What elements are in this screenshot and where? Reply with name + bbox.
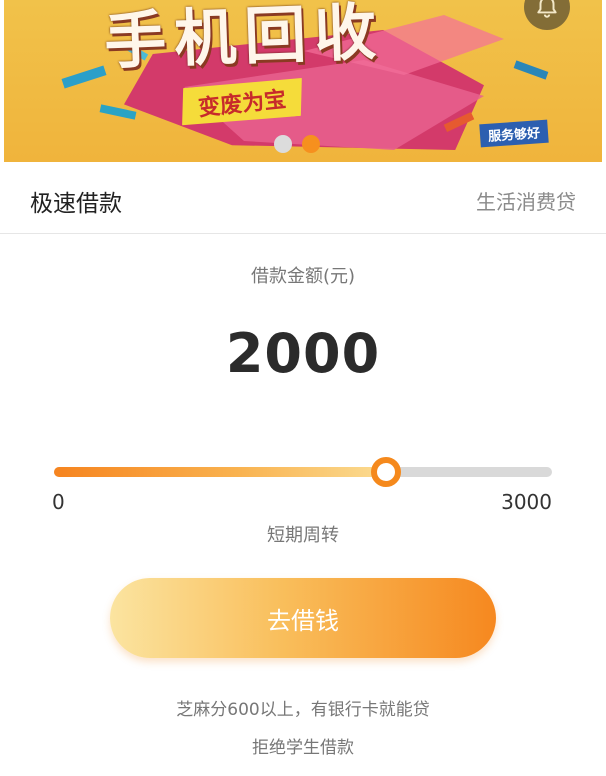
student-restriction-note: 拒绝学生借款: [252, 738, 354, 758]
banner-title: 手机回收: [103, 0, 386, 78]
carousel-indicator: [274, 135, 320, 153]
product-type-label[interactable]: 生活消费贷: [476, 186, 576, 215]
carousel-dot[interactable]: [274, 135, 292, 153]
carousel-dot-active[interactable]: [302, 135, 320, 153]
borrow-button[interactable]: 去借钱: [110, 578, 496, 658]
banner-badge: 服务够好: [479, 119, 549, 148]
slider-handle[interactable]: [371, 457, 401, 487]
banner-shard: [61, 65, 107, 89]
amount-slider[interactable]: [54, 457, 552, 487]
eligibility-note: 芝麻分600以上，有银行卡就能贷: [176, 700, 430, 720]
banner-shard: [513, 60, 549, 80]
amount-value: 2000: [225, 322, 381, 385]
slider-min-label: 0: [52, 490, 65, 514]
slider-max-label: 3000: [501, 490, 552, 514]
period-label: 短期周转: [267, 525, 339, 546]
bell-icon: [537, 0, 557, 18]
loan-header: 极速借款 生活消费贷: [0, 164, 606, 234]
page-title: 极速借款: [30, 191, 122, 217]
amount-label: 借款金额(元): [250, 266, 356, 287]
promo-banner[interactable]: 手机回收 变废为宝 服务够好: [4, 0, 602, 162]
slider-fill: [54, 467, 386, 477]
